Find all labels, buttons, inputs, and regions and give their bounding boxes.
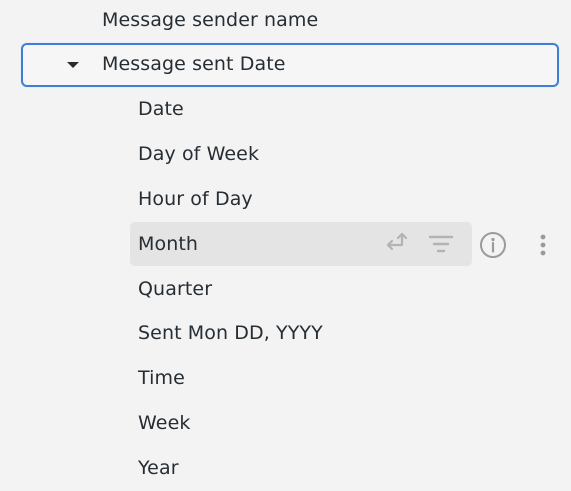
field-item-quarter[interactable]: Quarter bbox=[130, 267, 472, 311]
field-label: Hour of Day bbox=[138, 188, 253, 210]
field-item-week[interactable]: Week bbox=[130, 401, 472, 445]
field-item-month[interactable]: Month bbox=[130, 222, 472, 266]
field-item-sent-mon-dd-yyyy[interactable]: Sent Mon DD, YYYY bbox=[130, 311, 472, 355]
more-vertical-icon[interactable] bbox=[528, 230, 558, 260]
field-item-year[interactable]: Year bbox=[130, 446, 472, 490]
field-label: Day of Week bbox=[138, 143, 260, 165]
field-label: Sent Mon DD, YYYY bbox=[138, 322, 323, 344]
field-picker-panel: Message sender name Message sent Date Da… bbox=[0, 0, 571, 491]
field-label: Week bbox=[138, 412, 191, 434]
field-label: Quarter bbox=[138, 278, 213, 300]
field-label: Month bbox=[138, 233, 199, 255]
field-group-message-sent-date[interactable]: Message sent Date bbox=[21, 43, 559, 87]
field-item-message-sender-name[interactable]: Message sender name bbox=[102, 5, 318, 35]
field-item-time[interactable]: Time bbox=[130, 356, 472, 400]
field-label: Date bbox=[138, 98, 184, 120]
field-item-day-of-week[interactable]: Day of Week bbox=[130, 132, 472, 176]
caret-down-icon[interactable] bbox=[67, 62, 79, 68]
pivot-icon[interactable] bbox=[380, 229, 410, 259]
info-icon[interactable] bbox=[478, 230, 508, 260]
field-row-extra-actions bbox=[478, 225, 558, 265]
field-group-label: Message sent Date bbox=[102, 53, 286, 75]
field-label: Message sender name bbox=[102, 9, 319, 31]
filter-icon[interactable] bbox=[426, 229, 456, 259]
field-hover-actions bbox=[380, 222, 456, 266]
field-label: Year bbox=[138, 457, 179, 479]
field-label: Time bbox=[138, 367, 185, 389]
field-item-date[interactable]: Date bbox=[130, 87, 472, 131]
field-item-hour-of-day[interactable]: Hour of Day bbox=[130, 177, 472, 221]
